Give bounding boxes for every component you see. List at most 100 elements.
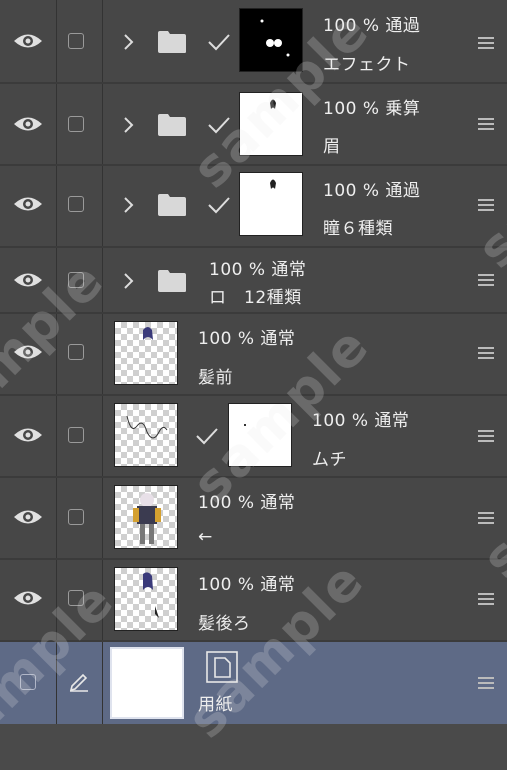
chevron-right-icon[interactable] bbox=[121, 196, 135, 214]
layer-row-pupils[interactable]: 100 % 通過 瞳６種類 bbox=[0, 166, 507, 246]
eye-icon[interactable] bbox=[13, 270, 43, 290]
pen-icon bbox=[69, 673, 88, 692]
lock-cell bbox=[56, 84, 103, 164]
lock-checkbox[interactable] bbox=[68, 344, 84, 360]
mask-thumbnail-art bbox=[244, 424, 246, 426]
drag-handle-icon[interactable] bbox=[478, 199, 494, 213]
layer-row-back-hair[interactable]: 100 % 通常 髪後ろ bbox=[0, 560, 507, 640]
eye-icon[interactable] bbox=[13, 31, 43, 51]
layer-thumbnail bbox=[239, 8, 303, 72]
eyebrow-thumbnail-art bbox=[270, 99, 276, 109]
layer-row-whip[interactable]: 100 % 通常 ムチ bbox=[0, 396, 507, 476]
layer-blend-mode: 通過 bbox=[385, 181, 421, 201]
layer-row-eyebrow[interactable]: 100 % 乗算 眉 bbox=[0, 84, 507, 164]
lock-cell bbox=[56, 396, 103, 476]
drag-handle-icon[interactable] bbox=[478, 37, 494, 51]
layer-row-mouth[interactable]: 100 % 通常 ロ 12種類 bbox=[0, 248, 507, 312]
visibility-cell bbox=[0, 248, 57, 312]
layer-thumbnail bbox=[239, 172, 303, 236]
layer-row-effect[interactable]: 100 % 通過 エフェクト bbox=[0, 0, 507, 82]
folder-icon bbox=[158, 114, 186, 136]
layer-thumbnail bbox=[114, 321, 178, 385]
paper-layer-icon bbox=[206, 651, 238, 683]
lock-checkbox[interactable] bbox=[68, 116, 84, 132]
layer-row-front-hair[interactable]: 100 % 通常 髪前 bbox=[0, 314, 507, 394]
lock-checkbox[interactable] bbox=[68, 33, 84, 49]
layer-name: 眉 bbox=[323, 137, 341, 157]
layer-opacity: 100 % bbox=[323, 181, 380, 201]
layer-name: ← bbox=[198, 527, 213, 547]
layer-thumbnail bbox=[110, 647, 184, 719]
layer-opacity: 100 % bbox=[198, 329, 255, 349]
layer-opacity: 100 % bbox=[198, 575, 255, 595]
drag-handle-icon[interactable] bbox=[478, 118, 494, 132]
eye-icon[interactable] bbox=[13, 194, 43, 214]
lock-checkbox[interactable] bbox=[68, 509, 84, 525]
chevron-right-icon[interactable] bbox=[121, 272, 135, 290]
drag-handle-icon[interactable] bbox=[478, 677, 494, 691]
drag-handle-icon[interactable] bbox=[478, 274, 494, 288]
layer-row-arrow[interactable]: 100 % 通常 ← bbox=[0, 478, 507, 558]
lock-cell bbox=[56, 314, 103, 394]
eye-icon[interactable] bbox=[13, 507, 43, 527]
visibility-cell bbox=[0, 84, 57, 164]
checkmark-icon bbox=[208, 34, 230, 51]
layer-blend-mode: 通常 bbox=[260, 329, 296, 349]
lock-cell bbox=[56, 248, 103, 312]
chevron-right-icon[interactable] bbox=[121, 116, 135, 134]
layer-thumbnail bbox=[114, 403, 178, 467]
folder-icon bbox=[158, 31, 186, 53]
layer-blend-mode: 通常 bbox=[271, 260, 307, 280]
folder-icon bbox=[158, 270, 186, 292]
effect-thumbnail-art bbox=[260, 19, 290, 57]
drag-handle-icon[interactable] bbox=[478, 347, 494, 361]
layer-name: ロ 12種類 bbox=[209, 288, 302, 308]
back-hair-thumbnail-art bbox=[143, 572, 159, 618]
layer-panel: 100 % 通過 エフェクト 100 % 乗算 眉 100 % 通過 瞳６種類 … bbox=[0, 0, 507, 770]
visibility-cell bbox=[0, 314, 57, 394]
checkmark-icon bbox=[208, 197, 230, 214]
layer-name: 用紙 bbox=[198, 695, 233, 715]
layer-name: 髪前 bbox=[198, 368, 233, 388]
eye-icon[interactable] bbox=[13, 588, 43, 608]
layer-row-paper[interactable]: 用紙 bbox=[0, 642, 507, 724]
drag-handle-icon[interactable] bbox=[478, 593, 494, 607]
eye-icon[interactable] bbox=[13, 342, 43, 362]
drag-handle-icon[interactable] bbox=[478, 430, 494, 444]
front-hair-thumbnail-art bbox=[143, 327, 153, 340]
eye-icon[interactable] bbox=[13, 114, 43, 134]
layer-thumbnail bbox=[239, 92, 303, 156]
layer-opacity: 100 % bbox=[312, 411, 369, 431]
character-thumbnail-art bbox=[133, 493, 161, 544]
visibility-cell bbox=[0, 642, 57, 724]
layer-name: エフェクト bbox=[323, 55, 411, 75]
lock-checkbox[interactable] bbox=[68, 427, 84, 443]
folder-icon bbox=[158, 194, 186, 216]
eye-icon[interactable] bbox=[13, 425, 43, 445]
layer-blend-mode: 通過 bbox=[385, 16, 421, 36]
lock-checkbox[interactable] bbox=[68, 590, 84, 606]
visibility-cell bbox=[0, 560, 57, 640]
visibility-checkbox[interactable] bbox=[20, 674, 36, 690]
layer-opacity: 100 % bbox=[323, 16, 380, 36]
lock-cell bbox=[56, 478, 103, 558]
layer-thumbnail bbox=[114, 485, 178, 549]
lock-cell bbox=[56, 0, 103, 82]
pupils-thumbnail-art bbox=[270, 179, 276, 189]
visibility-cell bbox=[0, 166, 57, 246]
lock-checkbox[interactable] bbox=[68, 272, 84, 288]
mask-thumbnail bbox=[228, 403, 292, 467]
lock-checkbox[interactable] bbox=[68, 196, 84, 212]
layer-blend-mode: 通常 bbox=[260, 493, 296, 513]
layer-name: ムチ bbox=[312, 450, 347, 470]
visibility-cell bbox=[0, 0, 57, 82]
layer-name: 髪後ろ bbox=[198, 614, 251, 634]
chevron-right-icon[interactable] bbox=[121, 33, 135, 51]
layer-blend-mode: 乗算 bbox=[385, 99, 421, 119]
layer-blend-mode: 通常 bbox=[374, 411, 410, 431]
layer-thumbnail bbox=[114, 567, 178, 631]
lock-cell bbox=[56, 166, 103, 246]
layer-opacity: 100 % bbox=[323, 99, 380, 119]
drag-handle-icon[interactable] bbox=[478, 512, 494, 526]
lock-cell bbox=[56, 560, 103, 640]
